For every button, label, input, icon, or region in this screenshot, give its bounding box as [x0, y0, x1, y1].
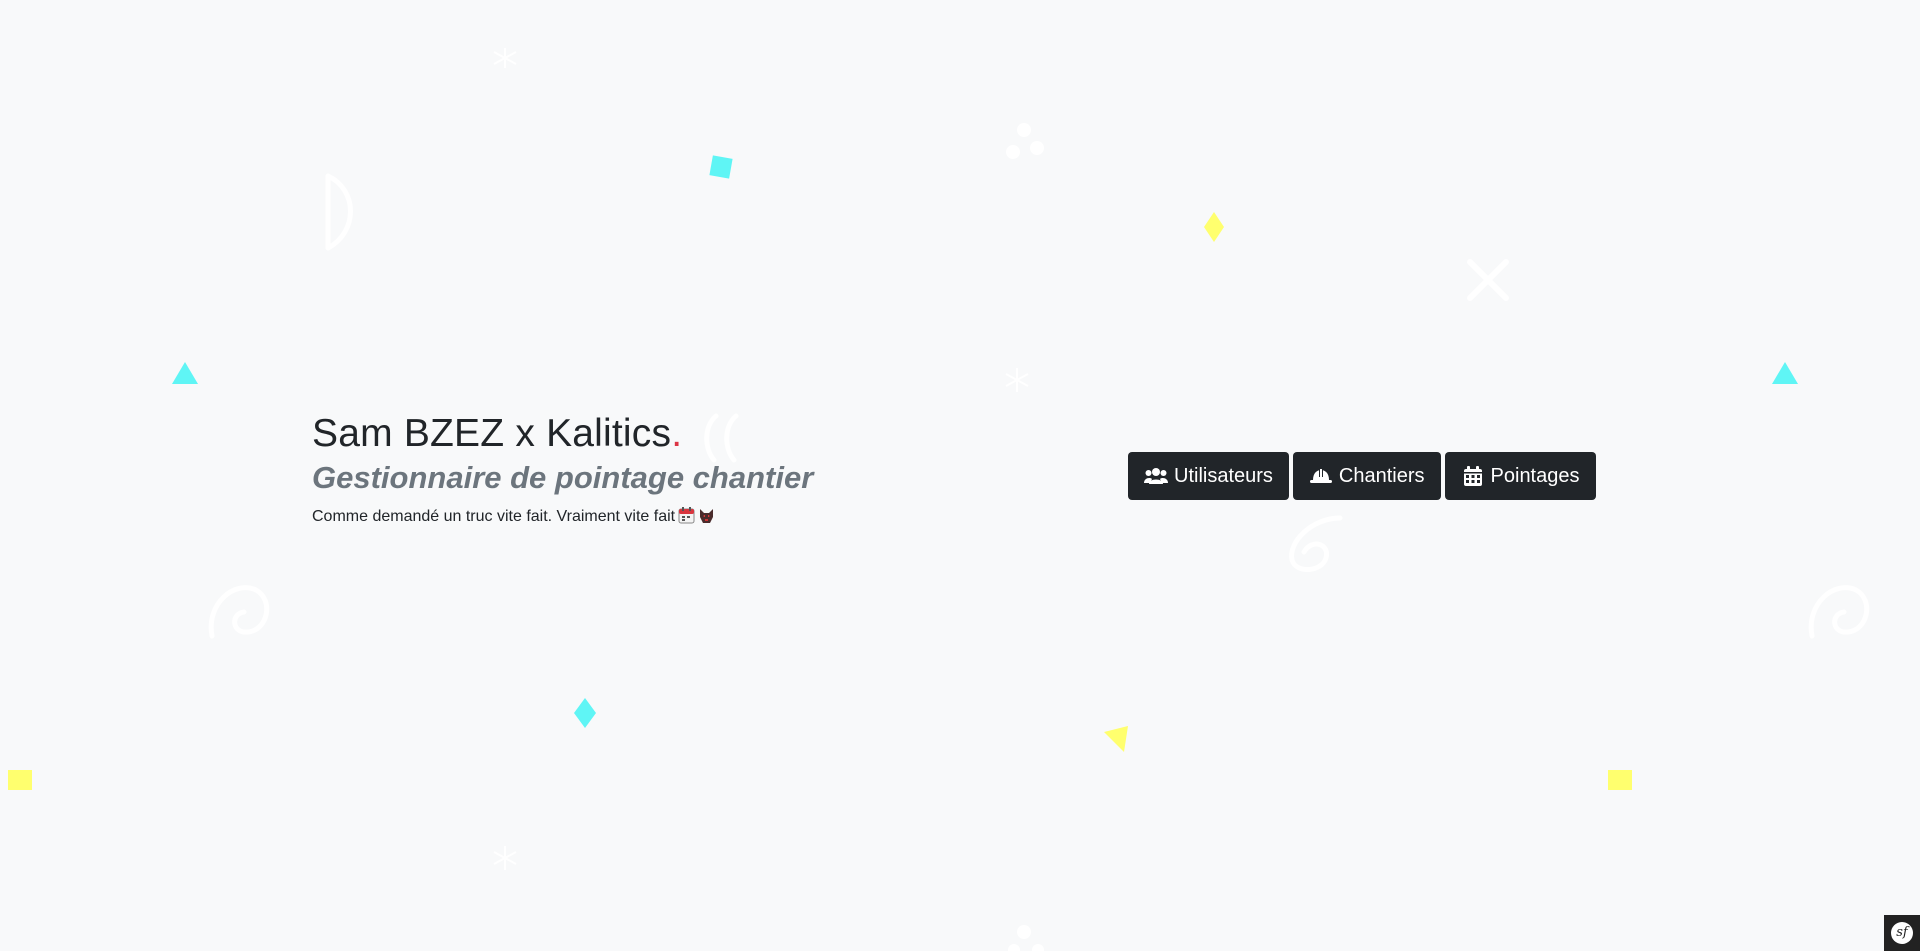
doodle-cross	[1462, 254, 1514, 306]
confetti-square-yellow	[6, 768, 34, 792]
doodle-spiral	[1804, 574, 1876, 644]
doodle-dots	[1004, 920, 1054, 951]
page-subtitle: Gestionnaire de pointage chantier	[312, 460, 814, 495]
tagline-text: Comme demandé un truc vite fait. Vraimen…	[312, 508, 676, 525]
confetti-diamond-cyan	[572, 696, 598, 730]
symfony-toolbar-toggle[interactable]: sf	[1884, 915, 1920, 951]
hero: Sam BZEZ x Kalitics. Gestionnaire de poi…	[312, 410, 872, 528]
calendar-icon	[1461, 466, 1485, 486]
confetti-diamond-yellow	[1202, 210, 1226, 244]
calendar-emoji-icon	[678, 507, 695, 524]
pointages-button-label: Pointages	[1490, 464, 1580, 487]
chantiers-button[interactable]: Chantiers	[1292, 452, 1441, 500]
page-title-dot: .	[671, 412, 683, 455]
doodle-sparkle	[490, 46, 520, 70]
users-button-label: Utilisateurs	[1174, 464, 1273, 487]
users-icon	[1144, 466, 1168, 486]
chantiers-button-label: Chantiers	[1338, 464, 1425, 487]
symfony-icon: sf	[1891, 922, 1913, 944]
doodle-sparkle	[1002, 366, 1032, 394]
confetti-square-cyan	[708, 154, 734, 180]
nav-buttons: Utilisateurs Chantiers Pointages	[1128, 452, 1596, 500]
tagline: Comme demandé un truc vite fait. Vraimen…	[312, 506, 872, 528]
confetti-triangle-cyan	[1770, 360, 1800, 386]
confetti-square-yellow	[1606, 768, 1634, 792]
doodle-swirl	[1282, 512, 1352, 576]
hard-hat-icon	[1309, 466, 1333, 486]
page-title: Sam BZEZ x Kalitics.	[312, 410, 872, 458]
confetti-triangle-yellow	[1100, 724, 1130, 754]
pointages-button[interactable]: Pointages	[1444, 452, 1596, 500]
users-button[interactable]: Utilisateurs	[1128, 452, 1289, 500]
doodle-dots	[1000, 120, 1050, 164]
wolf-emoji-icon	[698, 507, 715, 524]
confetti-triangle-cyan	[170, 360, 200, 386]
doodle-spiral	[204, 574, 276, 644]
doodle-halfmoon	[318, 170, 364, 254]
doodle-sparkle	[490, 844, 520, 872]
page-title-text: Sam BZEZ x Kalitics	[312, 412, 672, 455]
page: Sam BZEZ x Kalitics. Gestionnaire de poi…	[0, 0, 1920, 951]
